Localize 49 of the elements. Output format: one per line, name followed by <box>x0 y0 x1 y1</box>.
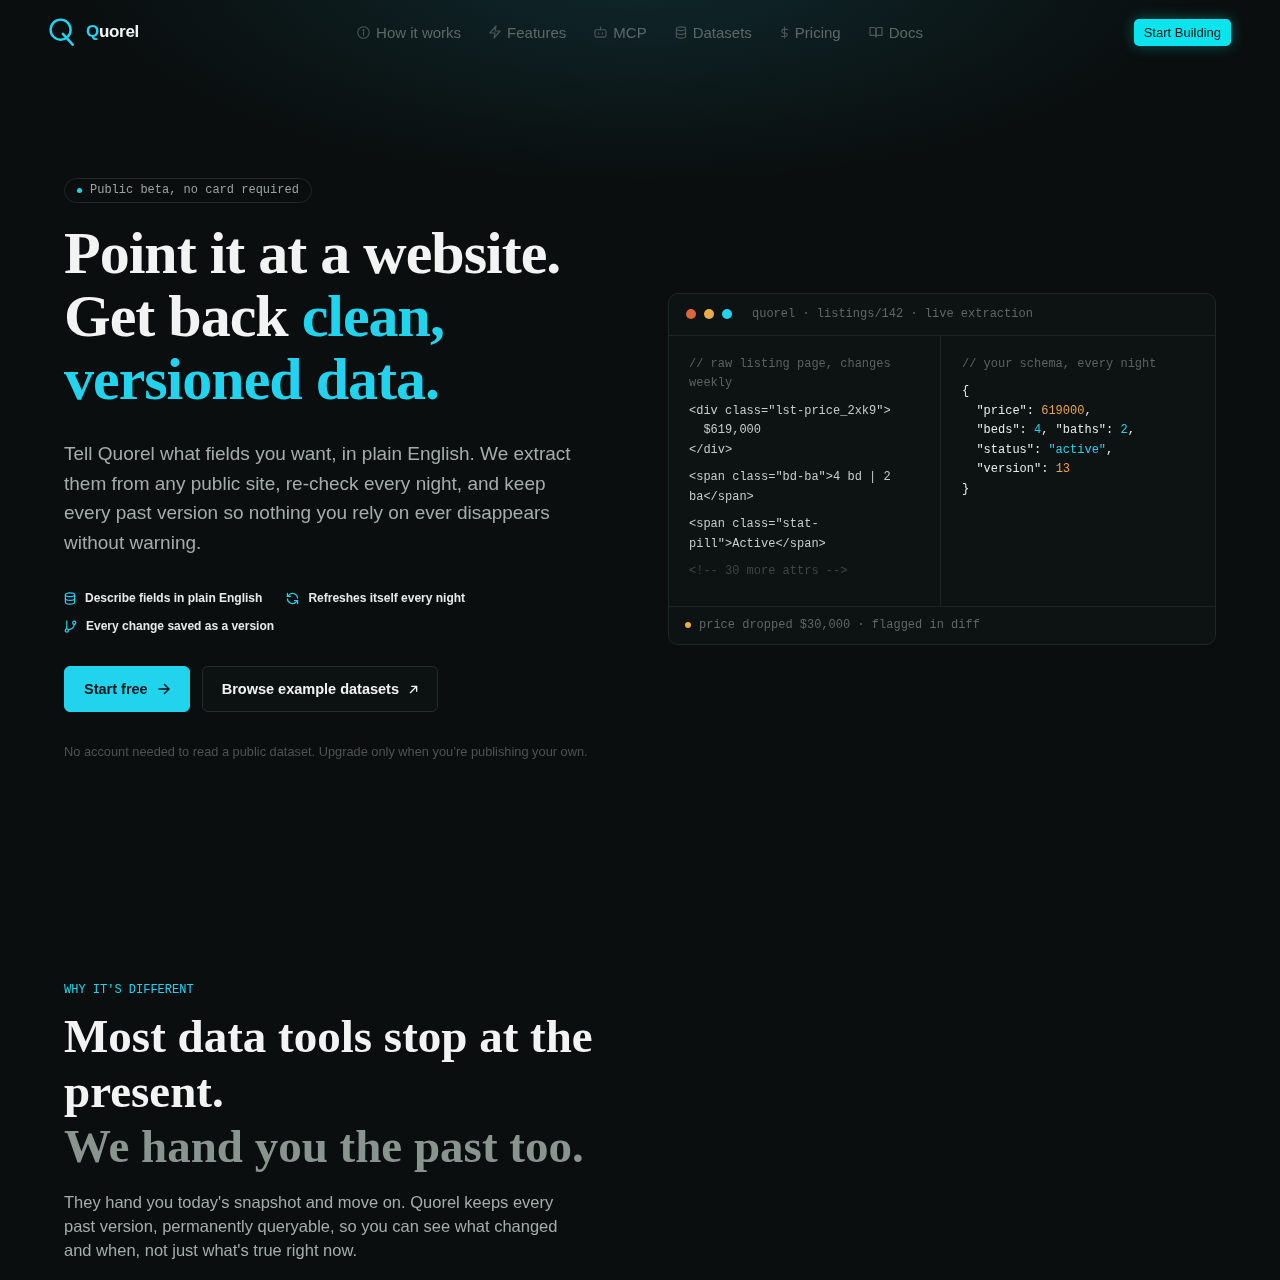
status-dot-icon <box>685 622 691 628</box>
logo-icon <box>49 18 75 46</box>
feature-label: Refreshes itself every night <box>308 590 466 607</box>
nav-link[interactable]: Docs <box>868 23 923 41</box>
code-line: "version": 13 <box>975 461 1071 478</box>
arrow-right-icon <box>157 683 170 695</box>
lightning-icon <box>489 25 502 39</box>
dollar-sign-icon <box>779 25 789 39</box>
code-line: <span class="stat-pill">Active</span> <box>689 516 827 553</box>
start-building-button[interactable]: Start Building <box>1133 18 1231 46</box>
database-icon <box>674 25 687 39</box>
badge-text: Public beta, no card required <box>90 184 299 197</box>
primary-button[interactable]: Start free <box>64 666 190 712</box>
code-comment: // raw listing page, changes weekly <box>689 355 892 392</box>
database-icon <box>64 591 76 605</box>
feature-label: Every change saved as a version <box>86 618 275 635</box>
footnote-text: No account needed to read a public dataset. Upgrade only when you’re publishing your own. <box>64 744 588 759</box>
brand-name[interactable]: Quorel <box>86 22 139 42</box>
code-line: <span class="bd-ba">4 bd | 2 ba</span> <box>689 469 892 506</box>
code-line: </div> <box>689 441 733 459</box>
robot-icon <box>594 26 608 38</box>
section-headline: Most data tools stop at the present. We hand you the past too. <box>64 1009 594 1174</box>
nav-link[interactable]: MCP <box>594 23 647 41</box>
panel-title: quorel · listings/142 · live extraction <box>752 307 1033 321</box>
hero-description: Tell Quorel what fields you want, in plain English. We extract them from any public site, re-check every night, and keep every past version so nothing you rely on ever disappears without warning. <box>64 442 572 555</box>
hero-headline: Point it at a website. Get back clean, versioned data. <box>64 222 561 411</box>
status-dot-icon <box>77 188 82 193</box>
feature-label: Describe fields in plain English <box>85 590 263 607</box>
code-line: $619,000 <box>702 422 761 439</box>
branch-icon <box>64 619 77 633</box>
section-eyebrow: WHY IT'S DIFFERENT <box>64 983 194 997</box>
nav-link[interactable]: Features <box>489 23 567 41</box>
refresh-icon <box>286 591 300 605</box>
nav-link[interactable]: Datasets <box>674 23 752 41</box>
code-line: <div class="lst-price_2xk9"> <box>689 402 891 420</box>
arrow-up-right-icon <box>409 684 418 694</box>
code-line: } <box>962 480 970 498</box>
panel-footer-text: price dropped $30,000 · flagged in diff <box>699 618 980 632</box>
secondary-button[interactable]: Browse example datasets <box>201 666 438 712</box>
code-comment: // your schema, every night <box>962 355 1157 373</box>
nav-link[interactable]: Pricing <box>779 23 841 41</box>
info-icon <box>357 25 371 39</box>
code-line: { <box>962 383 970 400</box>
code-line: "price": 619000, <box>975 402 1092 420</box>
section-description: They hand you today's snapshot and move on. Quorel keeps every past version, permanently queryable, so you can see what changed and when, not just what's true right now. <box>64 1192 559 1261</box>
code-line: "status": "active", <box>975 441 1114 459</box>
nav-link[interactable]: How it works <box>357 23 462 41</box>
open-book-icon <box>868 26 883 38</box>
code-line: "beds": 4, "baths": 2, <box>975 422 1135 439</box>
